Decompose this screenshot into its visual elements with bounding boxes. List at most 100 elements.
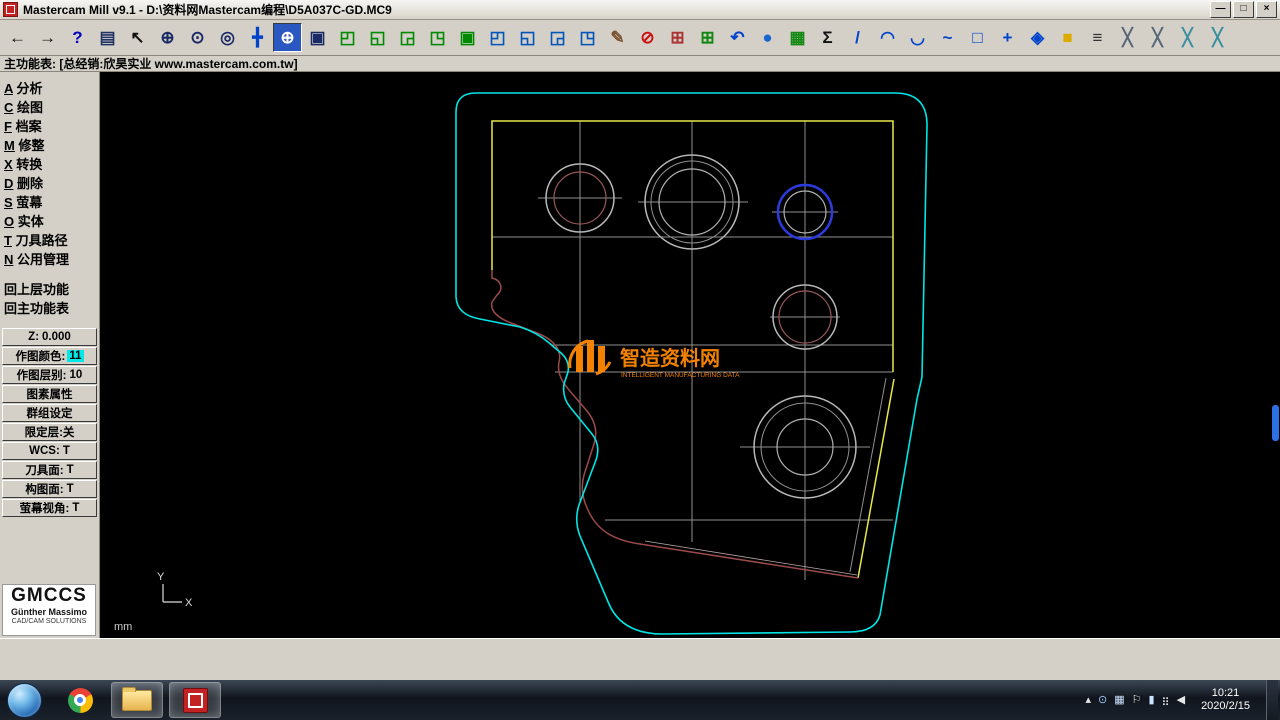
status-z-depth-button[interactable]: Z:0.000: [2, 328, 97, 346]
clock-date: 2020/2/15: [1201, 700, 1250, 713]
mastercam-taskbar-icon: [183, 688, 208, 713]
taskbar-app-explorer[interactable]: [111, 682, 163, 718]
menu-item-d[interactable]: D 删除: [0, 175, 99, 194]
toolpath-display-icon[interactable]: ▦: [783, 23, 812, 52]
trim-break-1-icon[interactable]: ╳: [1113, 23, 1142, 52]
calculator-sigma-icon[interactable]: Σ: [813, 23, 842, 52]
levels-list-icon[interactable]: ≡: [1083, 23, 1112, 52]
sidebar: A 分析C 绘图F 档案M 修整X 转换D 删除S 萤幕O 实体T 刀具路径N …: [0, 72, 100, 638]
menu-item-t[interactable]: T 刀具路径: [0, 232, 99, 251]
explorer-folder-icon: [122, 690, 152, 711]
back-menu-button[interactable]: 回上层功能: [0, 281, 99, 300]
watermark: 智造资料网 INTELLIGENT MANUFACTURING DATA: [570, 340, 740, 379]
clock-time: 10:21: [1201, 687, 1250, 700]
menu-item-x[interactable]: X 转换: [0, 156, 99, 175]
maximize-button[interactable]: □: [1233, 1, 1254, 18]
menu-item-n[interactable]: N 公用管理: [0, 251, 99, 270]
titlebar: Mastercam Mill v9.1 - D:\资料网Mastercam编程\…: [0, 0, 1280, 20]
delete-entity-icon[interactable]: ✎: [603, 23, 632, 52]
status-groups-button[interactable]: 群组设定: [2, 404, 97, 422]
gview-dynamic-icon[interactable]: ▣: [453, 23, 482, 52]
xform-icon[interactable]: ◈: [1023, 23, 1052, 52]
taskbar-clock[interactable]: 10:21 2020/2/15: [1192, 687, 1259, 713]
cplane-side-icon[interactable]: ◲: [543, 23, 572, 52]
status-limit-level-button[interactable]: 限定层:关: [2, 423, 97, 441]
show-desktop-button[interactable]: [1266, 680, 1278, 720]
trim-break-4-icon[interactable]: ╳: [1203, 23, 1232, 52]
create-point-icon[interactable]: +: [993, 23, 1022, 52]
security-center-icon[interactable]: ▦: [1114, 695, 1124, 706]
undo-icon[interactable]: ↶: [723, 23, 752, 52]
menu-item-o[interactable]: O 实体: [0, 213, 99, 232]
undelete-icon[interactable]: ⊘: [633, 23, 662, 52]
status-draw-level-button[interactable]: 作图层别:10: [2, 366, 97, 384]
pan-icon[interactable]: ╋: [243, 23, 272, 52]
cplane-3d-icon[interactable]: ◳: [573, 23, 602, 52]
main-menu-button[interactable]: 回主功能表: [0, 300, 99, 319]
status-attributes-button[interactable]: 图素属性: [2, 385, 97, 403]
analyze-cursor-icon[interactable]: ↖: [123, 23, 152, 52]
shading-icon[interactable]: ●: [753, 23, 782, 52]
graphics-canvas[interactable]: 智造资料网 INTELLIGENT MANUFACTURING DATA Y X…: [100, 72, 1280, 638]
sidebar-status: Z:0.000作图颜色:11作图层别:10图素属性群组设定限定层:关WCS:T刀…: [0, 328, 99, 517]
help-icon[interactable]: ?: [63, 23, 92, 52]
screen-statistics-icon[interactable]: ⊞: [663, 23, 692, 52]
cplane-top-icon[interactable]: ◰: [483, 23, 512, 52]
status-tool-plane-button[interactable]: 刀具面:T: [2, 461, 97, 479]
tray-icons: ▴ ⊙ ▦ ⚐ ▮ ⣶ ◀: [1085, 695, 1185, 706]
gview-side-icon[interactable]: ◲: [393, 23, 422, 52]
menu-item-m[interactable]: M 修整: [0, 137, 99, 156]
back-icon[interactable]: ←: [3, 23, 32, 52]
start-button[interactable]: [7, 683, 42, 718]
battery-icon[interactable]: ▮: [1148, 695, 1154, 706]
gview-top-icon[interactable]: ◰: [333, 23, 362, 52]
unzoom-08-icon[interactable]: ◎: [213, 23, 242, 52]
menu-header: 主功能表: [总经销:欣昊实业 www.mastercam.com.tw]: [0, 56, 1280, 72]
trim-break-2-icon[interactable]: ╳: [1143, 23, 1172, 52]
create-spline-icon[interactable]: ~: [933, 23, 962, 52]
axis-x-label: X: [185, 597, 193, 609]
zoom-window-icon[interactable]: ⊕: [153, 23, 182, 52]
hidden-icons-icon[interactable]: ▴: [1085, 695, 1091, 706]
trim-break-3-icon[interactable]: ╳: [1173, 23, 1202, 52]
status-draw-color-button[interactable]: 作图颜色:11: [2, 347, 97, 365]
bottom-edge-highlight: [645, 541, 857, 575]
input-method-icon[interactable]: ⊙: [1098, 695, 1107, 706]
taskbar-app-mastercam[interactable]: [169, 682, 221, 718]
screen-info-icon[interactable]: ⊞: [693, 23, 722, 52]
close-button[interactable]: ×: [1256, 1, 1277, 18]
gview-iso-icon[interactable]: ◳: [423, 23, 452, 52]
gmccs-logo-line2: CAD/CAM SOLUTIONS: [3, 617, 95, 626]
volume-icon[interactable]: ◀: [1177, 695, 1185, 706]
sidebar-nav: 回上层功能回主功能表: [0, 281, 99, 319]
zoom-target-icon[interactable]: ⊙: [183, 23, 212, 52]
gview-front-icon[interactable]: ◱: [363, 23, 392, 52]
create-fillet-icon[interactable]: ◡: [903, 23, 932, 52]
cplane-front-icon[interactable]: ◱: [513, 23, 542, 52]
status-construction-plane-button[interactable]: 构图面:T: [2, 480, 97, 498]
window-controls: —□×: [1208, 1, 1277, 18]
menu-item-f[interactable]: F 档案: [0, 118, 99, 137]
minimize-button[interactable]: —: [1210, 1, 1231, 18]
action-center-flag-icon[interactable]: ⚐: [1132, 695, 1142, 706]
units-label: mm: [114, 621, 132, 633]
taskbar-app-chrome[interactable]: [55, 683, 105, 717]
status-graphics-view-button[interactable]: 萤幕视角:T: [2, 499, 97, 517]
create-arc-icon[interactable]: ◠: [873, 23, 902, 52]
repaint-icon[interactable]: ▣: [303, 23, 332, 52]
file-editor-icon[interactable]: ▤: [93, 23, 122, 52]
canvas-scrollbar-thumb[interactable]: [1272, 405, 1279, 441]
cad-drawing: 智造资料网 INTELLIGENT MANUFACTURING DATA Y X…: [100, 72, 1280, 638]
zoom-fit-icon[interactable]: ⊕: [273, 23, 302, 52]
forward-icon[interactable]: →: [33, 23, 62, 52]
menu-item-a[interactable]: A 分析: [0, 80, 99, 99]
menu-item-s[interactable]: S 萤幕: [0, 194, 99, 213]
create-line-icon[interactable]: /: [843, 23, 872, 52]
menu-item-c[interactable]: C 绘图: [0, 99, 99, 118]
status-wcs-button[interactable]: WCS:T: [2, 442, 97, 460]
create-rectangle-icon[interactable]: □: [963, 23, 992, 52]
taskbar: ▴ ⊙ ▦ ⚐ ▮ ⣶ ◀ 10:21 2020/2/15: [0, 680, 1280, 720]
sidebar-menu: A 分析C 绘图F 档案M 修整X 转换D 删除S 萤幕O 实体T 刀具路径N …: [0, 72, 99, 270]
solids-manager-icon[interactable]: ■: [1053, 23, 1082, 52]
network-icon[interactable]: ⣶: [1162, 695, 1170, 706]
